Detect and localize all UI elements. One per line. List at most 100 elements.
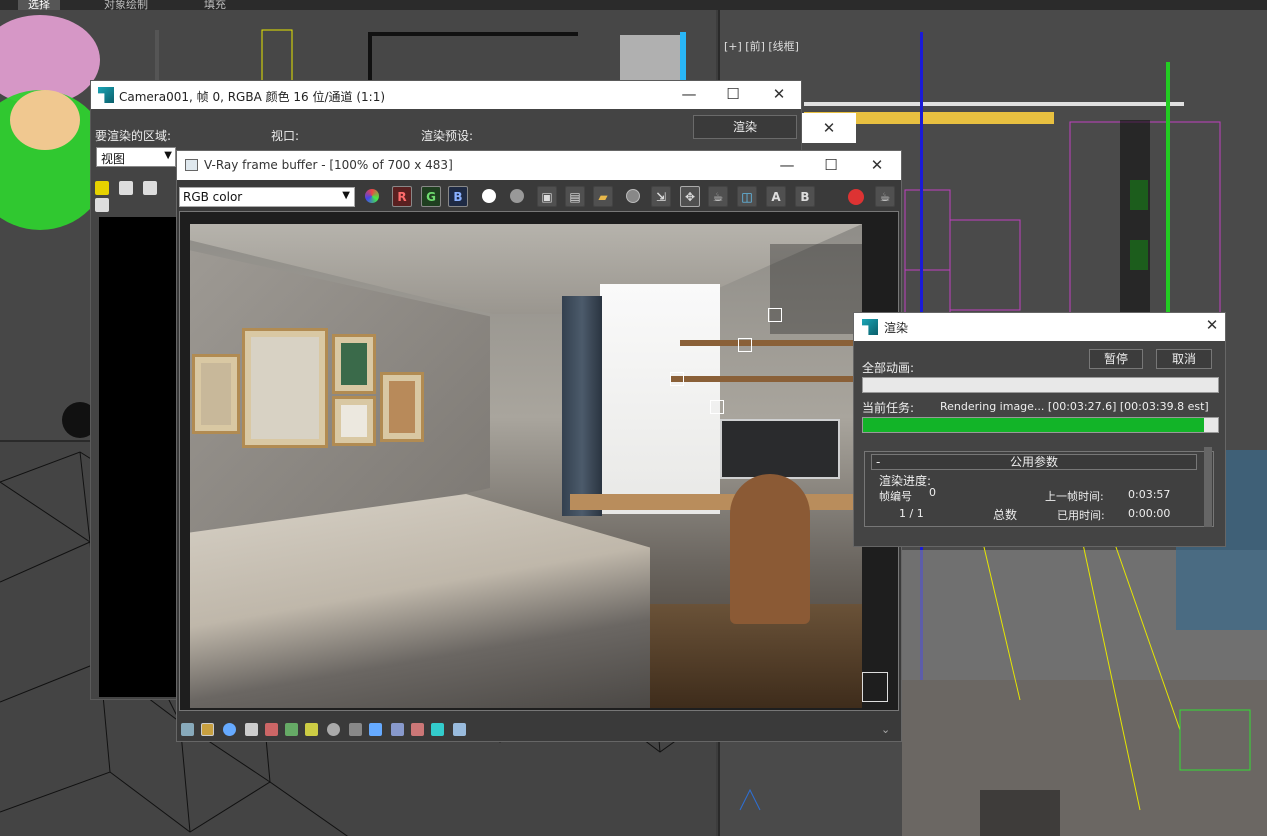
green-channel-button[interactable]: G	[421, 186, 441, 207]
frames-value: 1 / 1	[899, 507, 924, 520]
frame-number-value: 0	[929, 486, 936, 499]
rendered-frame-title: Camera001, 帧 0, RGBA 颜色 16 位/通道 (1:1)	[119, 90, 386, 104]
minimize-icon[interactable]: —	[773, 156, 801, 174]
rollout-scrollbar[interactable]	[1204, 447, 1212, 527]
rendered-frame-toolbar	[95, 181, 185, 212]
channel-select[interactable]: RGB color ▼	[179, 187, 355, 207]
current-task-progress-fill	[863, 418, 1204, 432]
scene-frame-1	[192, 354, 240, 434]
chevron-down-icon: ▼	[164, 150, 172, 161]
viewport-label: 视口:	[271, 129, 300, 143]
area-to-render-label: 要渲染的区域:	[95, 129, 172, 143]
history-icon[interactable]	[391, 723, 404, 736]
max-logo-icon	[98, 87, 114, 103]
scene-shadow	[770, 244, 862, 334]
elapsed-time-label: 已用时间:	[1057, 509, 1105, 522]
render-region-teapot-icon[interactable]: ☕	[708, 186, 728, 207]
rendered-frame-canvas[interactable]	[99, 217, 179, 697]
track-mouse-icon[interactable]: ✥	[680, 186, 700, 207]
white-balance-icon[interactable]	[327, 723, 340, 736]
background-icon[interactable]	[349, 723, 362, 736]
hsl-icon[interactable]	[245, 723, 258, 736]
render-progress-dialog[interactable]: 渲染 ✕ 全部动画: 暂停 取消 当前任务: Rendering image..…	[853, 312, 1226, 547]
clone-window-icon[interactable]	[142, 181, 157, 195]
pixel-info-icon[interactable]	[453, 723, 466, 736]
ab-a-icon[interactable]: A	[766, 186, 786, 207]
rendered-frame-titlebar[interactable]: Camera001, 帧 0, RGBA 颜色 16 位/通道 (1:1) — …	[91, 81, 801, 109]
common-parameters-title: 公用参数	[1009, 455, 1058, 469]
common-parameters-header[interactable]: - 公用参数	[871, 454, 1197, 470]
maximize-icon[interactable]: ☐	[719, 85, 747, 103]
close-icon[interactable]: ✕	[815, 119, 843, 137]
render-progress-titlebar[interactable]: 渲染 ✕	[854, 313, 1225, 341]
cancel-button[interactable]: 取消	[1156, 349, 1212, 369]
render-bucket-marker	[670, 372, 684, 386]
maximize-icon[interactable]: ☐	[817, 156, 845, 174]
vray-frame-buffer-window[interactable]: V-Ray frame buffer - [100% of 700 x 483]…	[176, 150, 902, 742]
render-preset-label: 渲染预设:	[421, 129, 474, 143]
last-frame-time-value: 0:03:57	[1128, 488, 1171, 501]
current-task-value: Rendering image... [00:03:27.6] [00:03:3…	[940, 400, 1209, 413]
levels-icon[interactable]	[265, 723, 278, 736]
minimize-icon[interactable]: —	[675, 85, 703, 103]
curves-icon[interactable]	[285, 723, 298, 736]
stop-render-icon[interactable]	[848, 189, 864, 205]
all-animation-label: 全部动画:	[862, 361, 915, 375]
lens-effects-icon[interactable]	[411, 723, 424, 736]
scene-frame-5	[380, 372, 424, 442]
alpha-channel-icon[interactable]	[482, 189, 496, 203]
render-preview-image	[190, 224, 862, 708]
print-icon[interactable]	[95, 198, 109, 212]
scene-window	[600, 284, 720, 514]
vfb-window-icon	[185, 159, 198, 171]
all-animation-progress	[862, 377, 1219, 393]
scene-shelf-1	[680, 340, 860, 346]
chevron-down-icon: ▼	[342, 190, 350, 201]
blue-channel-button[interactable]: B	[448, 186, 468, 207]
ab-b-icon[interactable]: B	[795, 186, 815, 207]
scene-frame-3	[332, 334, 376, 394]
close-icon[interactable]: ✕	[765, 85, 793, 103]
save-icon[interactable]: ▣	[537, 186, 557, 207]
ab-compare-icon[interactable]: ◫	[737, 186, 757, 207]
duplicate-to-max-icon[interactable]: ⇲	[651, 186, 671, 207]
collapse-icon[interactable]: -	[876, 455, 880, 469]
vfb-titlebar[interactable]: V-Ray frame buffer - [100% of 700 x 483]…	[177, 151, 901, 180]
last-frame-time-label: 上一帧时间:	[1045, 490, 1104, 503]
save-all-icon[interactable]: ▤	[565, 186, 585, 207]
render-button[interactable]: 渲染	[693, 115, 797, 139]
vfb-bottom-toolbar: ⌄	[177, 719, 901, 741]
render-progress-title: 渲染	[884, 321, 909, 335]
save-image-icon[interactable]	[95, 181, 109, 195]
scene-chair	[730, 474, 810, 624]
ribbon-tabs: 选择 对象绘制 填充	[0, 0, 1267, 12]
clear-image-icon[interactable]	[626, 189, 640, 203]
panel-toggle-icon[interactable]	[181, 723, 194, 736]
vfb-title: V-Ray frame buffer - [100% of 700 x 483]	[204, 158, 453, 172]
lut-icon[interactable]	[369, 723, 382, 736]
scene-monitor	[720, 419, 840, 479]
area-to-render-select[interactable]: 视图 ▼	[96, 147, 176, 167]
region-corner-marker[interactable]	[862, 672, 888, 702]
exposure-icon[interactable]	[305, 723, 318, 736]
open-folder-icon[interactable]: ▰	[593, 186, 613, 207]
pause-button[interactable]: 暂停	[1089, 349, 1143, 369]
info-icon[interactable]	[223, 723, 236, 736]
monochrome-icon[interactable]	[510, 189, 524, 203]
close-icon[interactable]: ✕	[863, 156, 891, 174]
viewport-front-label[interactable]: [+] [前] [线框]	[724, 38, 799, 54]
close-icon[interactable]: ✕	[1198, 316, 1226, 334]
frame-number-label: 帧编号	[879, 490, 912, 503]
vfb-canvas[interactable]	[179, 211, 899, 711]
render-teapot-icon[interactable]: ☕	[875, 186, 895, 207]
stereo-icon[interactable]	[431, 723, 444, 736]
current-task-label: 当前任务:	[862, 401, 915, 415]
copy-image-icon[interactable]	[118, 181, 133, 195]
render-bucket-marker	[738, 338, 752, 352]
expand-chevron-icon[interactable]: ⌄	[881, 723, 894, 736]
red-channel-button[interactable]: R	[392, 186, 412, 207]
color-corrections-icon[interactable]	[201, 723, 214, 736]
channel-select-value: RGB color	[183, 190, 243, 204]
color-channels-icon[interactable]	[365, 189, 379, 203]
scene-frame-4	[332, 396, 376, 446]
